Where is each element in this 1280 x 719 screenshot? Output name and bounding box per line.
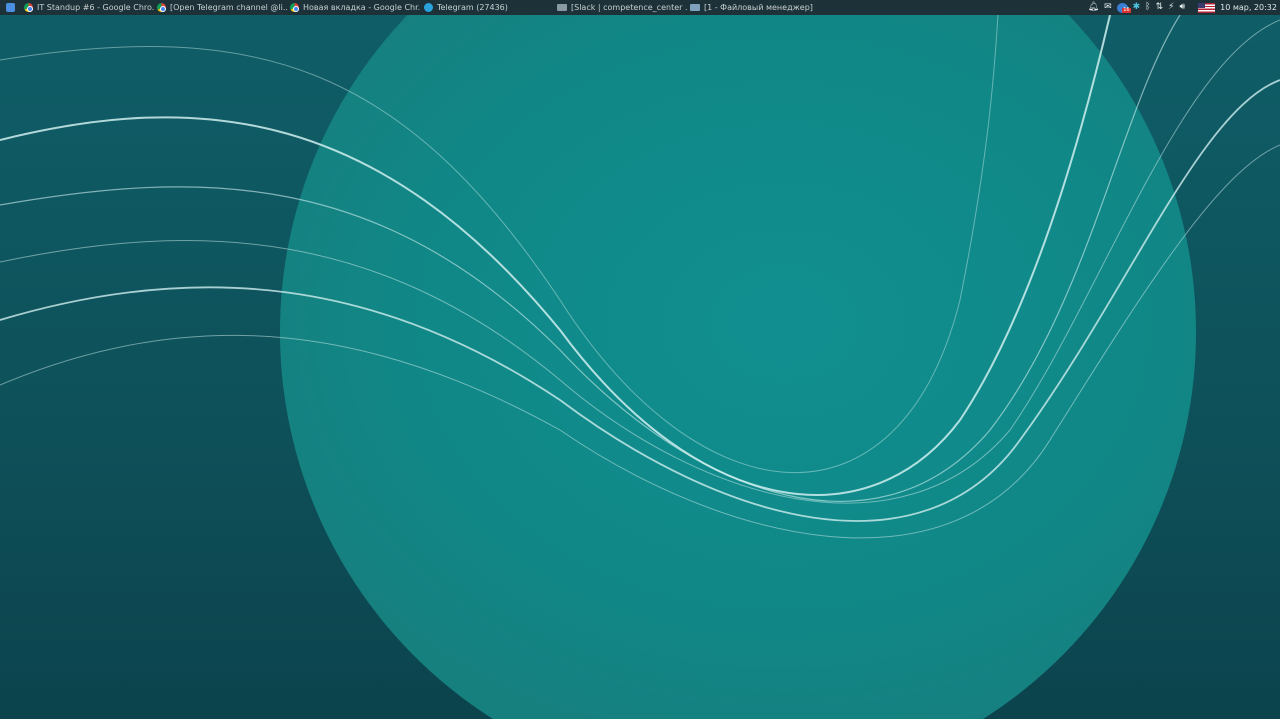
folder-icon xyxy=(690,4,700,11)
chrome-icon xyxy=(290,3,299,12)
taskbar: IT Standup #6 - Google Chro... [Open Tel… xyxy=(0,0,1280,15)
mail-icon[interactable]: ✉︎ xyxy=(1104,3,1112,12)
volume-icon[interactable]: 🔊︎ xyxy=(1179,3,1185,12)
power-icon[interactable]: ⚡︎ xyxy=(1168,3,1174,12)
chrome-icon xyxy=(24,3,33,12)
chrome-icon xyxy=(157,3,166,12)
task-file-manager[interactable]: [1 - Файловый менеджер] xyxy=(687,0,827,15)
task-chrome-standup[interactable]: IT Standup #6 - Google Chro... xyxy=(21,0,154,15)
app-menu-button[interactable] xyxy=(0,0,21,15)
window-icon xyxy=(557,4,567,11)
wallpaper-circle xyxy=(279,0,1197,719)
task-label: [Open Telegram channel @li... xyxy=(170,3,287,12)
task-label: IT Standup #6 - Google Chro... xyxy=(37,3,154,12)
notification-bell-icon[interactable]: 🔔︎ xyxy=(1088,3,1099,12)
task-slack[interactable]: [Slack | competence_center ... xyxy=(554,0,687,15)
system-tray: 🔔︎ ✉︎ 16 ✱ ᛒ ⇅ ⚡︎ 🔊︎ 10 мар, 20:32 xyxy=(1088,2,1280,13)
app-tray-icon[interactable]: 16 xyxy=(1116,2,1131,13)
task-label: Telegram (27436) xyxy=(437,3,508,12)
app-menu-icon xyxy=(6,3,15,12)
slack-tray-icon[interactable]: ✱ xyxy=(1133,3,1141,12)
task-telegram[interactable]: Telegram (27436) xyxy=(421,0,554,15)
bluetooth-icon[interactable]: ᛒ xyxy=(1145,3,1150,12)
task-label: [Slack | competence_center ... xyxy=(571,3,687,12)
desktop-wallpaper: IT Standup #6 - Google Chro... [Open Tel… xyxy=(0,0,1280,719)
task-label: [1 - Файловый менеджер] xyxy=(704,3,813,12)
telegram-icon xyxy=(424,3,433,12)
task-chrome-telegram-channel[interactable]: [Open Telegram channel @li... xyxy=(154,0,287,15)
clock[interactable]: 10 мар, 20:32 xyxy=(1220,3,1277,12)
us-flag-keyboard-layout-icon[interactable] xyxy=(1198,2,1216,13)
wallpaper-art xyxy=(0,0,1280,719)
tray-badge: 16 xyxy=(1122,6,1131,13)
task-label: Новая вкладка - Google Chr... xyxy=(303,3,421,12)
task-chrome-new-tab[interactable]: Новая вкладка - Google Chr... xyxy=(287,0,421,15)
network-icon[interactable]: ⇅ xyxy=(1156,3,1164,12)
